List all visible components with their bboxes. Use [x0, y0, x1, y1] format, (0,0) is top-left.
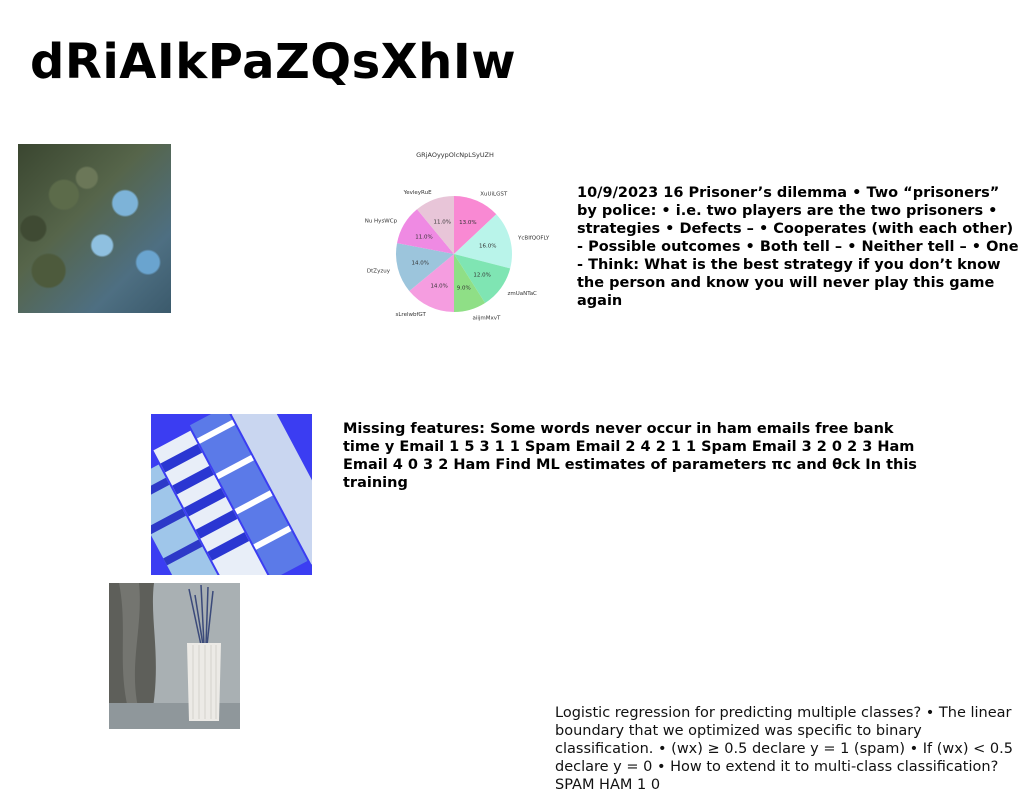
pie-category-label: YcBIfQOFLY: [517, 236, 550, 242]
logistic-regression-text: Logistic regression for predicting multi…: [555, 705, 1013, 793]
chart-title: GRjAOyypOlcNpLSyUZH: [416, 151, 494, 159]
page-title: dRiAIkPaZQsXhIw: [30, 34, 517, 90]
pie-slices: [396, 196, 512, 312]
pie-percent-label: 11.0%: [415, 234, 432, 240]
pie-percent-label: 16.0%: [479, 243, 496, 249]
prisoners-dilemma-text: 10/9/2023 16 Prisoner’s dilemma • Two “p…: [577, 185, 1019, 309]
pie-category-label: aiijmMxvT: [472, 315, 501, 321]
pie-chart: GRjAOyypOlcNpLSyUZH 13.0% 16.0% 12.0% 9.0% 1…: [365, 151, 550, 321]
pie-percent-label: 9.0%: [457, 285, 471, 291]
pie-percent-label: 12.0%: [473, 272, 490, 278]
pie-percent-label: 14.0%: [430, 283, 447, 289]
pie-percent-label: 13.0%: [459, 220, 476, 226]
pie-category-label: Nu HysWCp: [365, 218, 398, 224]
missing-features-text: Missing features: Some words never occur…: [343, 421, 917, 491]
pie-category-label: zmUaNTaC: [507, 291, 537, 297]
wrapping-paper-rolls-photo: [151, 414, 312, 575]
pie-category-label: sLrelwbfGT: [396, 312, 427, 318]
pie-percent-label: 14.0%: [412, 261, 429, 267]
pie-category-label: XuUiLGST: [480, 191, 508, 197]
pie-category-label: DtZyzuy: [367, 268, 391, 274]
pie-percent-label: 11.0%: [433, 219, 450, 225]
pie-category-label: YevleyRuE: [403, 190, 432, 196]
vase-with-lavender-photo: [109, 583, 240, 729]
forest-aerial-photo: [18, 144, 171, 313]
